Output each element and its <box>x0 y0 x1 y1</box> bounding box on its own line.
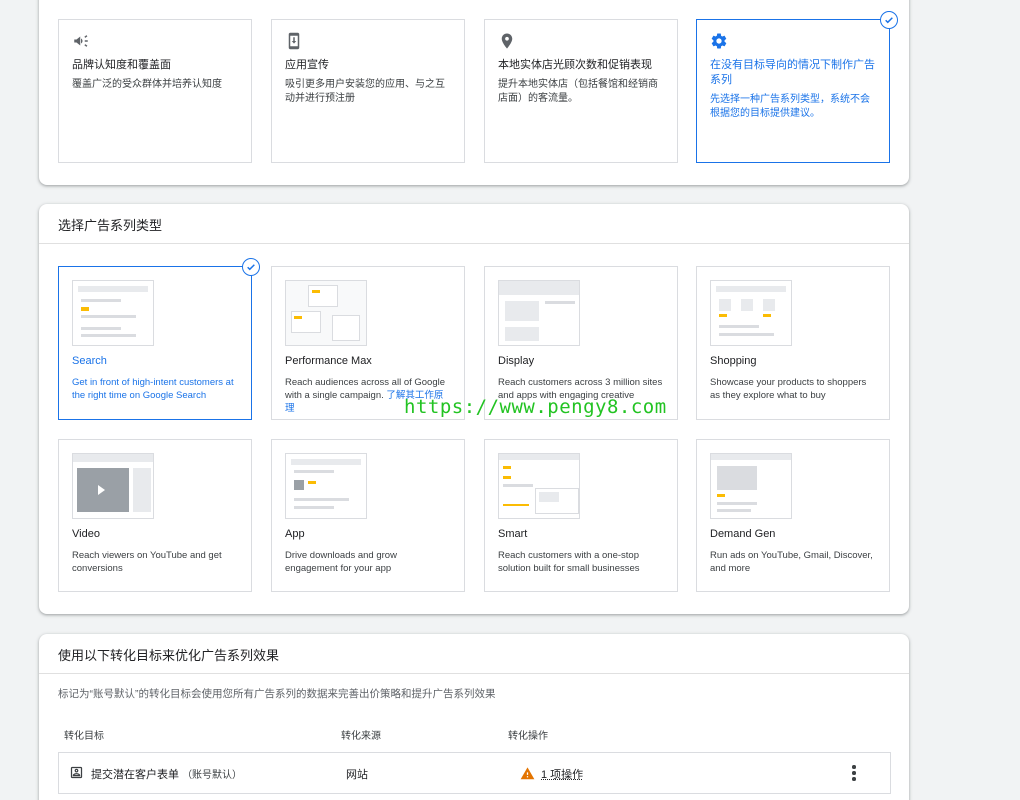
table-row[interactable]: 提交潜在客户表单 （账号默认） 网站 1 项操作 <box>58 752 891 794</box>
campaign-type-video[interactable]: Video Reach viewers on YouTube and get c… <box>58 439 252 592</box>
goal-title: 在没有目标导向的情况下制作广告系列 <box>710 59 875 86</box>
goal-desc: 吸引更多用户安装您的应用、与之互动并进行预注册 <box>285 79 445 104</box>
goal-tile-app-promotion[interactable]: 应用宣传 吸引更多用户安装您的应用、与之互动并进行预注册 <box>271 19 465 163</box>
phone-download-icon <box>285 32 303 50</box>
type-title: Shopping <box>710 355 757 367</box>
goal-desc: 覆盖广泛的受众群体并培养认知度 <box>72 79 222 90</box>
campaign-type-smart[interactable]: Smart Reach customers with a one-stop so… <box>484 439 678 592</box>
goal-title: 应用宣传 <box>285 59 329 71</box>
type-desc: Drive downloads and grow engagement for … <box>285 550 397 574</box>
section-title: 使用以下转化目标来优化广告系列效果 <box>39 634 909 674</box>
more-options-icon[interactable] <box>852 765 856 783</box>
goal-name-text: 提交潜在客户表单 <box>91 769 179 781</box>
account-default-tag: （账号默认） <box>182 770 243 781</box>
app-thumbnail <box>285 453 367 519</box>
performance-max-thumbnail <box>285 280 367 346</box>
type-desc: Showcase your products to shoppers as th… <box>710 377 867 401</box>
check-circle-icon <box>880 11 898 29</box>
type-desc: Reach customers with a one-stop solution… <box>498 550 640 574</box>
gear-icon <box>710 32 728 50</box>
conversion-desc: 标记为“账号默认”的转化目标会使用您所有广告系列的数据来完善出价策略和提升广告系… <box>58 688 496 700</box>
location-pin-icon <box>498 32 516 50</box>
type-title: Performance Max <box>285 355 372 367</box>
display-thumbnail <box>498 280 580 346</box>
goal-desc: 先选择一种广告系列类型，系统不会根据您的目标提供建议。 <box>710 94 870 119</box>
column-header-goal: 转化目标 <box>64 731 104 742</box>
form-icon <box>69 765 84 785</box>
goal-tile-brand-awareness[interactable]: 品牌认知度和覆盖面 覆盖广泛的受众群体并培养认知度 <box>58 19 252 163</box>
video-thumbnail <box>72 453 154 519</box>
type-title: Display <box>498 355 535 367</box>
goal-selection-card: 品牌认知度和覆盖面 覆盖广泛的受众群体并培养认知度 应用宣传 吸引更多用户安装您… <box>39 0 909 185</box>
type-title: App <box>285 528 305 540</box>
type-desc: Reach viewers on YouTube and get convers… <box>72 550 222 574</box>
warning-icon <box>520 766 535 785</box>
column-header-action: 转化操作 <box>508 731 548 742</box>
shopping-thumbnail <box>710 280 792 346</box>
column-header-source: 转化来源 <box>341 731 381 742</box>
demand-gen-thumbnail <box>710 453 792 519</box>
search-thumbnail <box>72 280 154 346</box>
megaphone-icon <box>72 32 90 50</box>
goal-title: 本地实体店光顾次数和促销表现 <box>498 59 652 71</box>
type-title: Smart <box>498 528 528 540</box>
watermark-text: https://www.pengy8.com <box>404 396 667 418</box>
conversion-goals-card: 使用以下转化目标来优化广告系列效果 标记为“账号默认”的转化目标会使用您所有广告… <box>39 634 909 800</box>
campaign-type-demand-gen[interactable]: Demand Gen Run ads on YouTube, Gmail, Di… <box>696 439 890 592</box>
goal-desc: 提升本地实体店（包括餐馆和经销商店面）的客流量。 <box>498 79 658 104</box>
conversion-goal-name: 提交潜在客户表单 （账号默认） <box>91 766 242 782</box>
type-desc: Get in front of high-intent customers at… <box>72 377 234 401</box>
campaign-type-shopping[interactable]: Shopping Showcase your products to shopp… <box>696 266 890 420</box>
type-title: Video <box>72 528 100 540</box>
conversion-source: 网站 <box>346 769 368 781</box>
check-circle-icon <box>242 258 260 276</box>
goal-tile-local-store[interactable]: 本地实体店光顾次数和促销表现 提升本地实体店（包括餐馆和经销商店面）的客流量。 <box>484 19 678 163</box>
type-title: Demand Gen <box>710 528 776 540</box>
type-desc: Run ads on YouTube, Gmail, Discover, and… <box>710 550 873 574</box>
campaign-type-search[interactable]: Search Get in front of high-intent custo… <box>58 258 260 420</box>
goal-title: 品牌认知度和覆盖面 <box>72 59 171 71</box>
goal-tile-no-goal[interactable]: 在没有目标导向的情况下制作广告系列 先选择一种广告系列类型，系统不会根据您的目标… <box>696 11 898 163</box>
section-title: 选择广告系列类型 <box>39 204 909 244</box>
campaign-type-app[interactable]: App Drive downloads and grow engagement … <box>271 439 465 592</box>
conversion-action-link[interactable]: 1 项操作 <box>541 766 583 782</box>
smart-thumbnail <box>498 453 580 519</box>
type-title: Search <box>72 355 107 367</box>
